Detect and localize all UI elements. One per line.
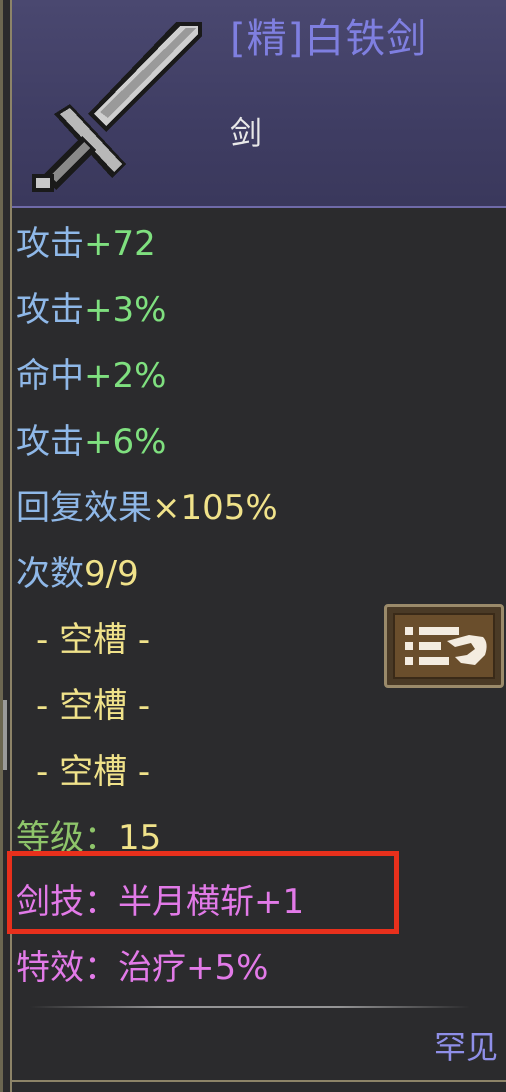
stat-label: 攻击 bbox=[16, 290, 84, 330]
stat-value: +6% bbox=[84, 422, 167, 462]
stat-value: +3% bbox=[84, 290, 167, 330]
stat-line: 次数9/9 bbox=[16, 546, 139, 595]
stat-line: 攻击+3% bbox=[16, 282, 166, 331]
empty-socket[interactable]: - 空槽 - bbox=[36, 678, 150, 727]
effect-line: 特效：治疗+5% bbox=[16, 940, 268, 989]
swap-equipment-icon bbox=[405, 627, 487, 665]
stat-label: 攻击 bbox=[16, 224, 84, 264]
stat-label: 攻击 bbox=[16, 422, 84, 462]
stat-label: 回复效果 bbox=[16, 488, 152, 528]
item-name: [精]白铁剑 bbox=[230, 16, 428, 62]
skill-label: 剑技： bbox=[16, 882, 118, 922]
stat-value: ×105% bbox=[152, 488, 278, 528]
panel-left-border bbox=[0, 0, 3, 1092]
panel-bottom-border bbox=[12, 1080, 506, 1082]
item-type: 剑 bbox=[230, 114, 263, 152]
empty-socket[interactable]: - 空槽 - bbox=[36, 612, 150, 661]
skill-value: 半月横斩+1 bbox=[118, 882, 305, 922]
sword-icon bbox=[32, 22, 202, 192]
divider bbox=[30, 1006, 470, 1008]
stat-label: 命中 bbox=[16, 356, 84, 396]
item-header: [精]白铁剑 剑 bbox=[12, 0, 506, 208]
stat-line: 回复效果×105% bbox=[16, 480, 278, 529]
stat-line: 攻击+6% bbox=[16, 414, 166, 463]
skill-line: 剑技：半月横斩+1 bbox=[16, 874, 304, 923]
effect-value: 治疗+5% bbox=[118, 948, 269, 988]
stat-value: +2% bbox=[84, 356, 167, 396]
stat-value: 9/9 bbox=[84, 554, 139, 594]
swap-button-face bbox=[393, 613, 495, 679]
stat-label: 次数 bbox=[16, 554, 84, 594]
rarity-label: 罕见 bbox=[433, 1028, 498, 1066]
stat-value: +72 bbox=[84, 224, 156, 264]
stat-line: 攻击+72 bbox=[16, 216, 156, 265]
empty-socket[interactable]: - 空槽 - bbox=[36, 744, 150, 793]
stat-line: 命中+2% bbox=[16, 348, 166, 397]
swap-equipment-button[interactable] bbox=[384, 604, 504, 688]
effect-label: 特效： bbox=[16, 948, 118, 988]
scrollbar-thumb[interactable] bbox=[3, 700, 7, 770]
